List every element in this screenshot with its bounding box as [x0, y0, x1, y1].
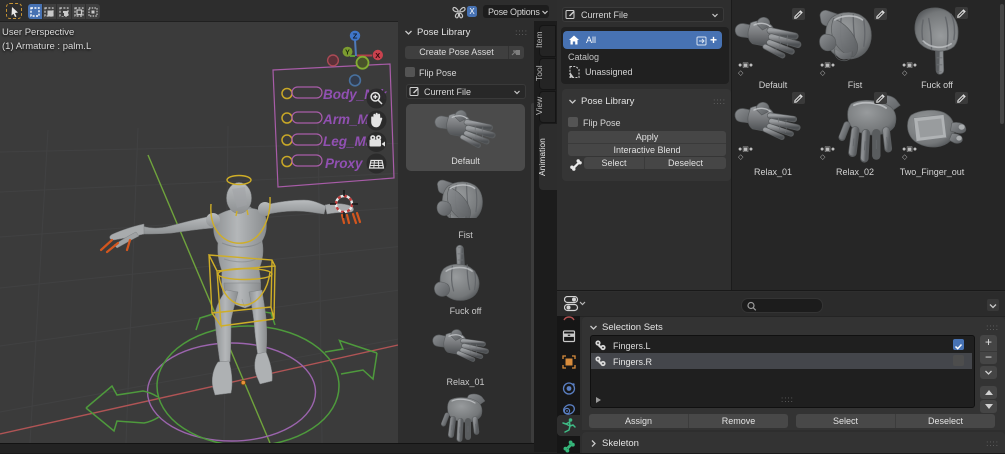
svg-text:Leg_Ma: Leg_Ma: [323, 134, 374, 149]
svg-text:Z: Z: [353, 32, 358, 41]
svg-text:X: X: [375, 51, 380, 60]
svg-text:Proxy: Proxy: [325, 156, 364, 171]
svg-text:Y: Y: [345, 50, 350, 57]
